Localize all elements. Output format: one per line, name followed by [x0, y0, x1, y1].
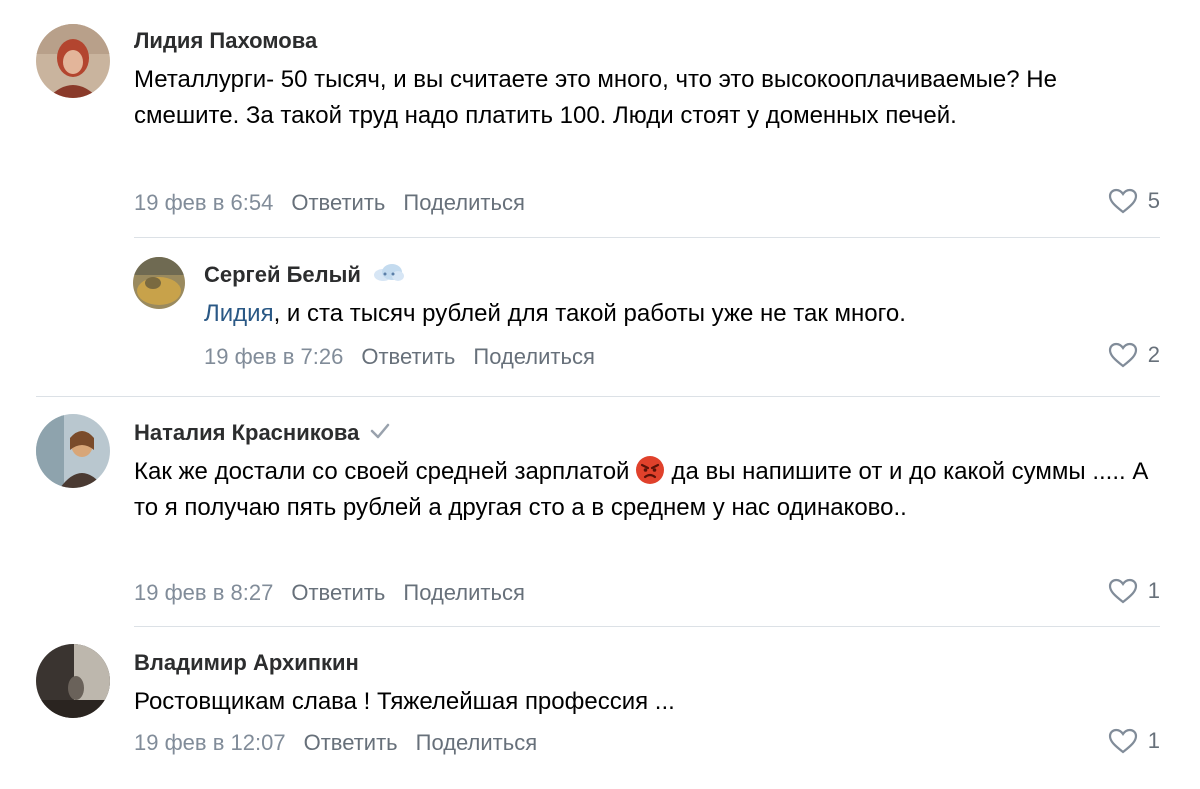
avatar[interactable] — [133, 257, 185, 309]
comment-text-part: Как же достали со своей средней зарплато… — [134, 458, 630, 485]
avatar[interactable] — [36, 644, 110, 718]
angry-face-icon — [635, 455, 665, 485]
share-button[interactable]: Поделиться — [403, 190, 524, 216]
like-button[interactable]: 5 — [1108, 188, 1160, 214]
like-button[interactable]: 1 — [1108, 728, 1160, 754]
divider — [134, 626, 1160, 627]
avatar[interactable] — [36, 24, 110, 98]
divider — [134, 237, 1160, 238]
like-button[interactable]: 2 — [1108, 342, 1160, 368]
author-name[interactable]: Сергей Белый — [204, 262, 361, 288]
share-button[interactable]: Поделиться — [403, 580, 524, 606]
heart-icon — [1108, 342, 1137, 368]
comment-date[interactable]: 19 фев в 12:07 — [134, 730, 286, 756]
like-count: 2 — [1147, 342, 1160, 367]
divider — [36, 396, 1160, 397]
like-count: 1 — [1147, 728, 1160, 753]
checkmark-icon — [369, 420, 391, 446]
author-name[interactable]: Наталия Красникова — [134, 420, 359, 446]
like-count: 1 — [1147, 578, 1160, 603]
share-button[interactable]: Поделиться — [416, 730, 537, 756]
reply-button[interactable]: Ответить — [304, 730, 398, 756]
heart-icon — [1108, 578, 1137, 604]
reply-button[interactable]: Ответить — [291, 190, 385, 216]
comment-text: Как же достали со своей средней зарплато… — [134, 454, 1164, 526]
comment-date[interactable]: 19 фев в 8:27 — [134, 580, 273, 606]
comment-text: Металлурги- 50 тысяч, и вы считаете это … — [134, 66, 1057, 129]
heart-icon — [1108, 728, 1137, 754]
cloud-icon — [371, 262, 405, 288]
comment-date[interactable]: 19 фев в 6:54 — [134, 190, 273, 216]
heart-icon — [1108, 188, 1137, 214]
avatar[interactable] — [36, 414, 110, 488]
like-button[interactable]: 1 — [1108, 578, 1160, 604]
author-name[interactable]: Лидия Пахомова — [134, 28, 317, 54]
comment-date[interactable]: 19 фев в 7:26 — [204, 344, 343, 370]
comment-text: Ростовщикам слава ! Тяжелейшая профессия… — [134, 688, 675, 715]
author-name[interactable]: Владимир Архипкин — [134, 650, 359, 676]
share-button[interactable]: Поделиться — [473, 344, 594, 370]
mention-link[interactable]: Лидия — [204, 300, 274, 327]
reply-button[interactable]: Ответить — [291, 580, 385, 606]
comment-text: Лидия, и ста тысяч рублей для такой рабо… — [204, 296, 1154, 332]
like-count: 5 — [1147, 188, 1160, 213]
comment-text-body: , и ста тысяч рублей для такой работы уж… — [273, 300, 906, 327]
reply-button[interactable]: Ответить — [361, 344, 455, 370]
